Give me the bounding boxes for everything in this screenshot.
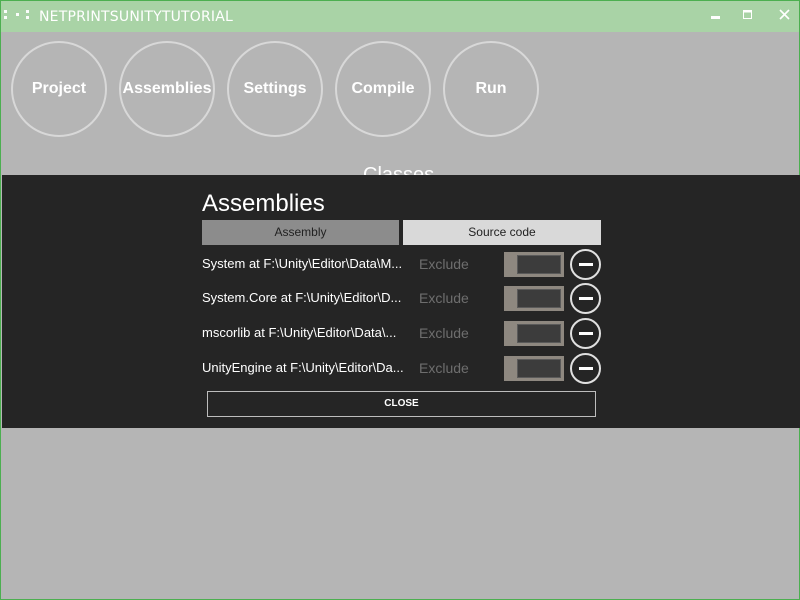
exclude-label: Exclude [419, 256, 469, 272]
minus-icon [579, 367, 593, 370]
tab-source-code[interactable]: Source code [403, 220, 601, 245]
close-button[interactable]: CLOSE [207, 391, 596, 417]
exclude-toggle[interactable] [504, 252, 564, 277]
minimize-icon[interactable] [701, 1, 731, 32]
minus-icon [579, 263, 593, 266]
minus-icon [579, 332, 593, 335]
close-icon[interactable] [769, 1, 799, 32]
exclude-toggle[interactable] [504, 286, 564, 311]
window-title: NETPRINTSUNITYTUTORIAL [39, 9, 234, 25]
assembly-row: UnityEngine at F:\Unity\Editor\Da... Exc… [2, 353, 800, 384]
minus-icon [579, 297, 593, 300]
nav-compile-button[interactable]: Compile [335, 41, 431, 137]
remove-button[interactable] [570, 249, 601, 280]
assemblies-dialog: Assemblies Assembly Source code System a… [2, 175, 800, 428]
exclude-label: Exclude [419, 360, 469, 376]
app-window: NETPRINTSUNITYTUTORIAL Project Assemblie… [0, 0, 800, 600]
remove-button[interactable] [570, 353, 601, 384]
exclude-toggle[interactable] [504, 356, 564, 381]
remove-button[interactable] [570, 318, 601, 349]
tab-assembly[interactable]: Assembly [202, 220, 399, 245]
assembly-label: UnityEngine at F:\Unity\Editor\Da... [202, 360, 404, 375]
remove-button[interactable] [570, 283, 601, 314]
exclude-label: Exclude [419, 290, 469, 306]
assembly-row: mscorlib at F:\Unity\Editor\Data\... Exc… [2, 318, 800, 349]
nav-assemblies-button[interactable]: Assemblies [119, 41, 215, 137]
assembly-label: System at F:\Unity\Editor\Data\M... [202, 256, 403, 271]
dialog-title: Assemblies [202, 190, 325, 217]
nav-settings-button[interactable]: Settings [227, 41, 323, 137]
nav-project-button[interactable]: Project [11, 41, 107, 137]
nav-run-button[interactable]: Run [443, 41, 539, 137]
assembly-label: mscorlib at F:\Unity\Editor\Data\... [202, 325, 397, 340]
title-bar[interactable]: NETPRINTSUNITYTUTORIAL [1, 1, 799, 32]
assembly-row: System at F:\Unity\Editor\Data\M... Excl… [2, 249, 800, 280]
assembly-row: System.Core at F:\Unity\Editor\D... Excl… [2, 283, 800, 314]
maximize-icon[interactable] [733, 1, 763, 32]
exclude-toggle[interactable] [504, 321, 564, 346]
assembly-label: System.Core at F:\Unity\Editor\D... [202, 290, 402, 305]
app-icon [4, 10, 32, 24]
exclude-label: Exclude [419, 325, 469, 341]
